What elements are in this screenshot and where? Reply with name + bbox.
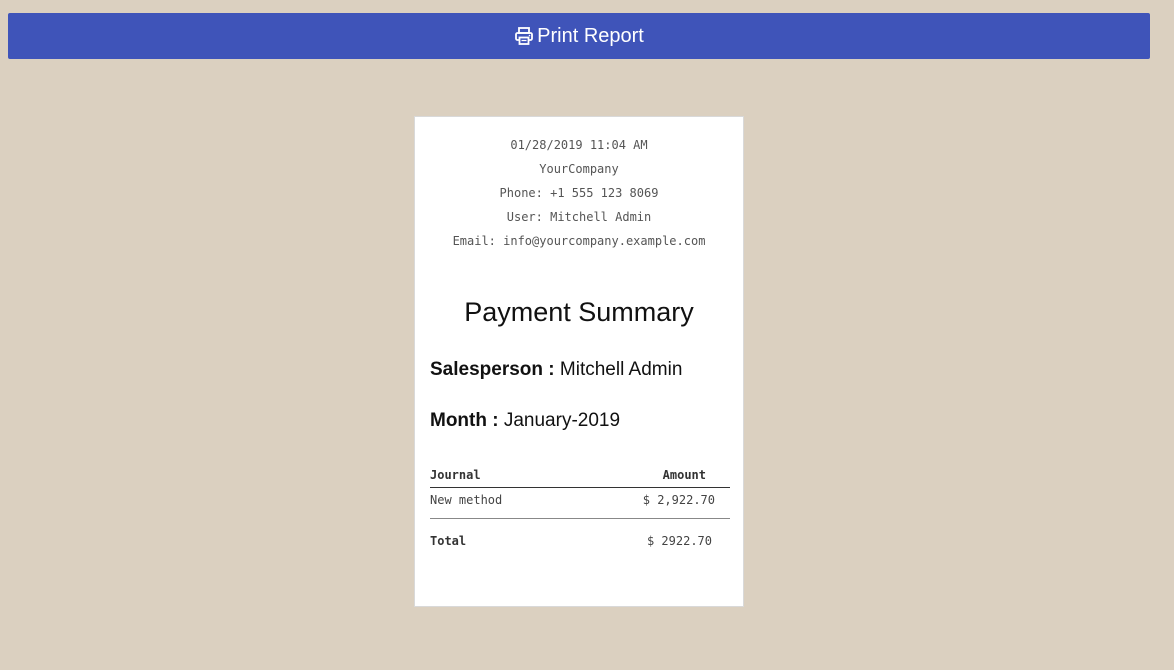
receipt-header: 01/28/2019 11:04 AM YourCompany Phone: +… [415, 136, 743, 256]
company-email: Email: info@yourcompany.example.com [452, 234, 706, 248]
journal-cell: New method [430, 493, 503, 507]
company-phone: Phone: +1 555 123 8069 [499, 186, 659, 200]
receipt-datetime: 01/28/2019 11:04 AM [510, 138, 648, 152]
page-title: Payment Summary [464, 297, 694, 327]
receipt-user: User: Mitchell Admin [506, 210, 652, 224]
receipt-page: 01/28/2019 11:04 AM YourCompany Phone: +… [414, 116, 744, 607]
total-value: $ 2922.70 [646, 534, 712, 548]
salesperson-value: Mitchell Admin [559, 359, 683, 380]
table-row: New method $ 2,922.70 [430, 488, 730, 519]
payment-table: Journal Amount New method $ 2,922.70 Tot… [430, 465, 730, 549]
month-label: Month : [430, 410, 499, 431]
amount-cell: $ 2,922.70 [642, 493, 715, 507]
month-value: January-2019 [503, 410, 621, 431]
total-row: Total $ 2922.70 [430, 519, 730, 549]
month-line: Month : January-2019 [430, 410, 620, 432]
print-report-button[interactable]: Print Report [8, 13, 1150, 59]
salesperson-label: Salesperson : [430, 359, 555, 380]
total-label: Total [430, 534, 467, 548]
print-report-label: Print Report [537, 24, 644, 47]
table-header: Journal Amount [430, 465, 730, 488]
salesperson-line: Salesperson : Mitchell Admin [430, 359, 682, 381]
company-name: YourCompany [539, 162, 619, 176]
column-header-journal: Journal [430, 468, 481, 482]
printer-icon [514, 26, 534, 46]
column-header-amount: Amount [662, 468, 706, 482]
